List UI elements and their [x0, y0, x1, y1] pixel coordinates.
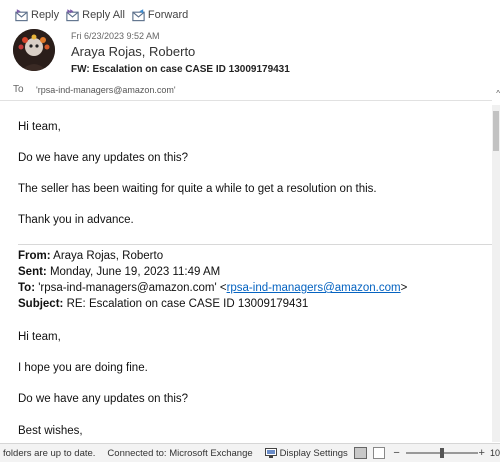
zoom-in-button[interactable]: +: [479, 447, 485, 459]
reply-icon: [15, 9, 28, 22]
collapse-header-icon[interactable]: ^: [496, 89, 500, 98]
subject-label: Subject:: [18, 298, 64, 310]
zoom-level[interactable]: 10: [490, 448, 500, 458]
from-value: Araya Rojas, Roberto: [53, 250, 164, 262]
to-close: >: [400, 282, 408, 294]
from-label: From:: [18, 250, 51, 262]
avatar: [13, 29, 55, 71]
scrollbar-thumb[interactable]: [493, 111, 499, 151]
sent-value: Monday, June 19, 2023 11:49 AM: [49, 266, 221, 278]
forwarded-closing: Best wishes,: [18, 425, 83, 437]
message-date: Fri 6/23/2023 9:52 AM: [71, 31, 160, 41]
reply-all-label: Reply All: [82, 9, 125, 21]
zoom-slider[interactable]: [405, 448, 478, 458]
body-paragraph: Do we have any updates on this?: [18, 152, 189, 164]
zoom-knob[interactable]: [439, 448, 444, 458]
header-divider: [0, 100, 492, 101]
to-label: To: [13, 84, 24, 95]
forwarded-to: To: 'rpsa-ind-managers@amazon.com' <rpsa…: [18, 282, 407, 294]
forwarded-from: From: Araya Rojas, Roberto: [18, 250, 163, 262]
status-bar: folders are up to date. Connected to: Mi…: [0, 443, 500, 462]
display-settings-icon: [264, 447, 277, 458]
to-label-fwd: To:: [18, 282, 36, 294]
sent-label: Sent:: [18, 266, 47, 278]
action-bar: Reply Reply All Forward: [0, 0, 500, 30]
body-greeting: Hi team,: [18, 121, 61, 133]
forwarded-subject: Subject: RE: Escalation on case CASE ID …: [18, 298, 308, 310]
message-subject: FW: Escalation on case CASE ID 130091794…: [71, 64, 290, 75]
to-recipient[interactable]: 'rpsa-ind-managers@amazon.com': [36, 85, 176, 95]
sync-status: folders are up to date.: [3, 447, 96, 459]
to-value-fwd: 'rpsa-ind-managers@amazon.com' <: [38, 282, 227, 294]
reply-all-button[interactable]: Reply All: [65, 8, 125, 22]
message-body[interactable]: Hi team, Do we have any updates on this?…: [8, 107, 492, 443]
reading-view-button[interactable]: [372, 447, 386, 459]
forward-icon: [132, 9, 145, 22]
reply-button[interactable]: Reply: [14, 8, 59, 22]
display-settings-label: Display Settings: [279, 447, 348, 459]
connection-status: Connected to: Microsoft Exchange: [107, 447, 253, 459]
vertical-scrollbar[interactable]: [492, 105, 500, 442]
reply-all-icon: [66, 9, 79, 22]
forward-label: Forward: [147, 9, 189, 21]
reply-label: Reply: [31, 9, 60, 21]
sender-name[interactable]: Araya Rojas, Roberto: [71, 44, 195, 59]
subject-value: RE: Escalation on case CASE ID 130091794…: [66, 298, 309, 310]
display-settings-button[interactable]: Display Settings: [264, 447, 348, 459]
body-closing: Thank you in advance.: [18, 214, 134, 226]
body-paragraph: The seller has been waiting for quite a …: [18, 183, 377, 195]
forwarded-sent: Sent: Monday, June 19, 2023 11:49 AM: [18, 266, 220, 278]
forwarded-paragraph: Do we have any updates on this?: [18, 393, 189, 405]
normal-view-button[interactable]: [353, 447, 367, 459]
forwarded-greeting: Hi team,: [18, 331, 61, 343]
email-link[interactable]: rpsa-ind-managers@amazon.com: [227, 282, 401, 294]
forwarded-paragraph: I hope you are doing fine.: [18, 362, 148, 374]
forward-button[interactable]: Forward: [131, 8, 188, 22]
forward-divider: [18, 244, 492, 245]
zoom-out-button[interactable]: −: [393, 447, 399, 459]
